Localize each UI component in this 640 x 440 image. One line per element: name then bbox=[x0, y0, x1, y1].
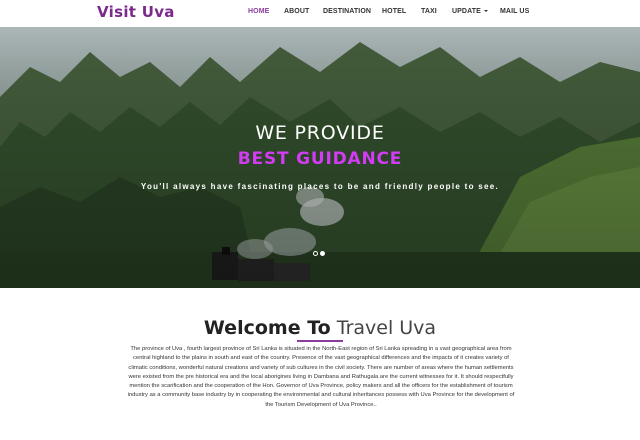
welcome-heading-light: Travel Uva bbox=[336, 317, 437, 339]
navbar: Visit Uva HOME ABOUT DESTINATION HOTEL T… bbox=[0, 0, 640, 27]
hero-tagline: You'll always have fascinating places to… bbox=[140, 182, 500, 191]
chevron-down-icon bbox=[483, 10, 488, 13]
hero-title: WE PROVIDE bbox=[255, 122, 385, 144]
nav-home[interactable]: HOME bbox=[248, 8, 269, 15]
carousel-dot[interactable] bbox=[313, 251, 318, 256]
hero-highlight: BEST GUIDANCE bbox=[237, 149, 403, 169]
brand-logo[interactable]: Visit Uva bbox=[97, 3, 175, 21]
hero-carousel[interactable]: WE PROVIDE BEST GUIDANCE You'll always h… bbox=[0, 27, 640, 288]
nav-update-label: UPDATE bbox=[452, 8, 481, 15]
welcome-heading: Welcome To Travel Uva bbox=[0, 317, 640, 339]
welcome-heading-bold: Welcome To bbox=[203, 317, 331, 339]
nav-mail-us[interactable]: MAIL US bbox=[500, 8, 529, 15]
nav-taxi[interactable]: TAXI bbox=[421, 8, 437, 15]
nav-hotel[interactable]: HOTEL bbox=[382, 8, 406, 15]
nav-about[interactable]: ABOUT bbox=[284, 8, 309, 15]
carousel-dot-active[interactable] bbox=[320, 251, 325, 256]
heading-divider bbox=[297, 340, 343, 342]
nav-destination[interactable]: DESTINATION bbox=[323, 8, 371, 15]
welcome-paragraph: The province of Uva , fourth largest pro… bbox=[127, 346, 515, 408]
nav-update[interactable]: UPDATE bbox=[452, 8, 488, 15]
carousel-indicators bbox=[313, 251, 325, 256]
